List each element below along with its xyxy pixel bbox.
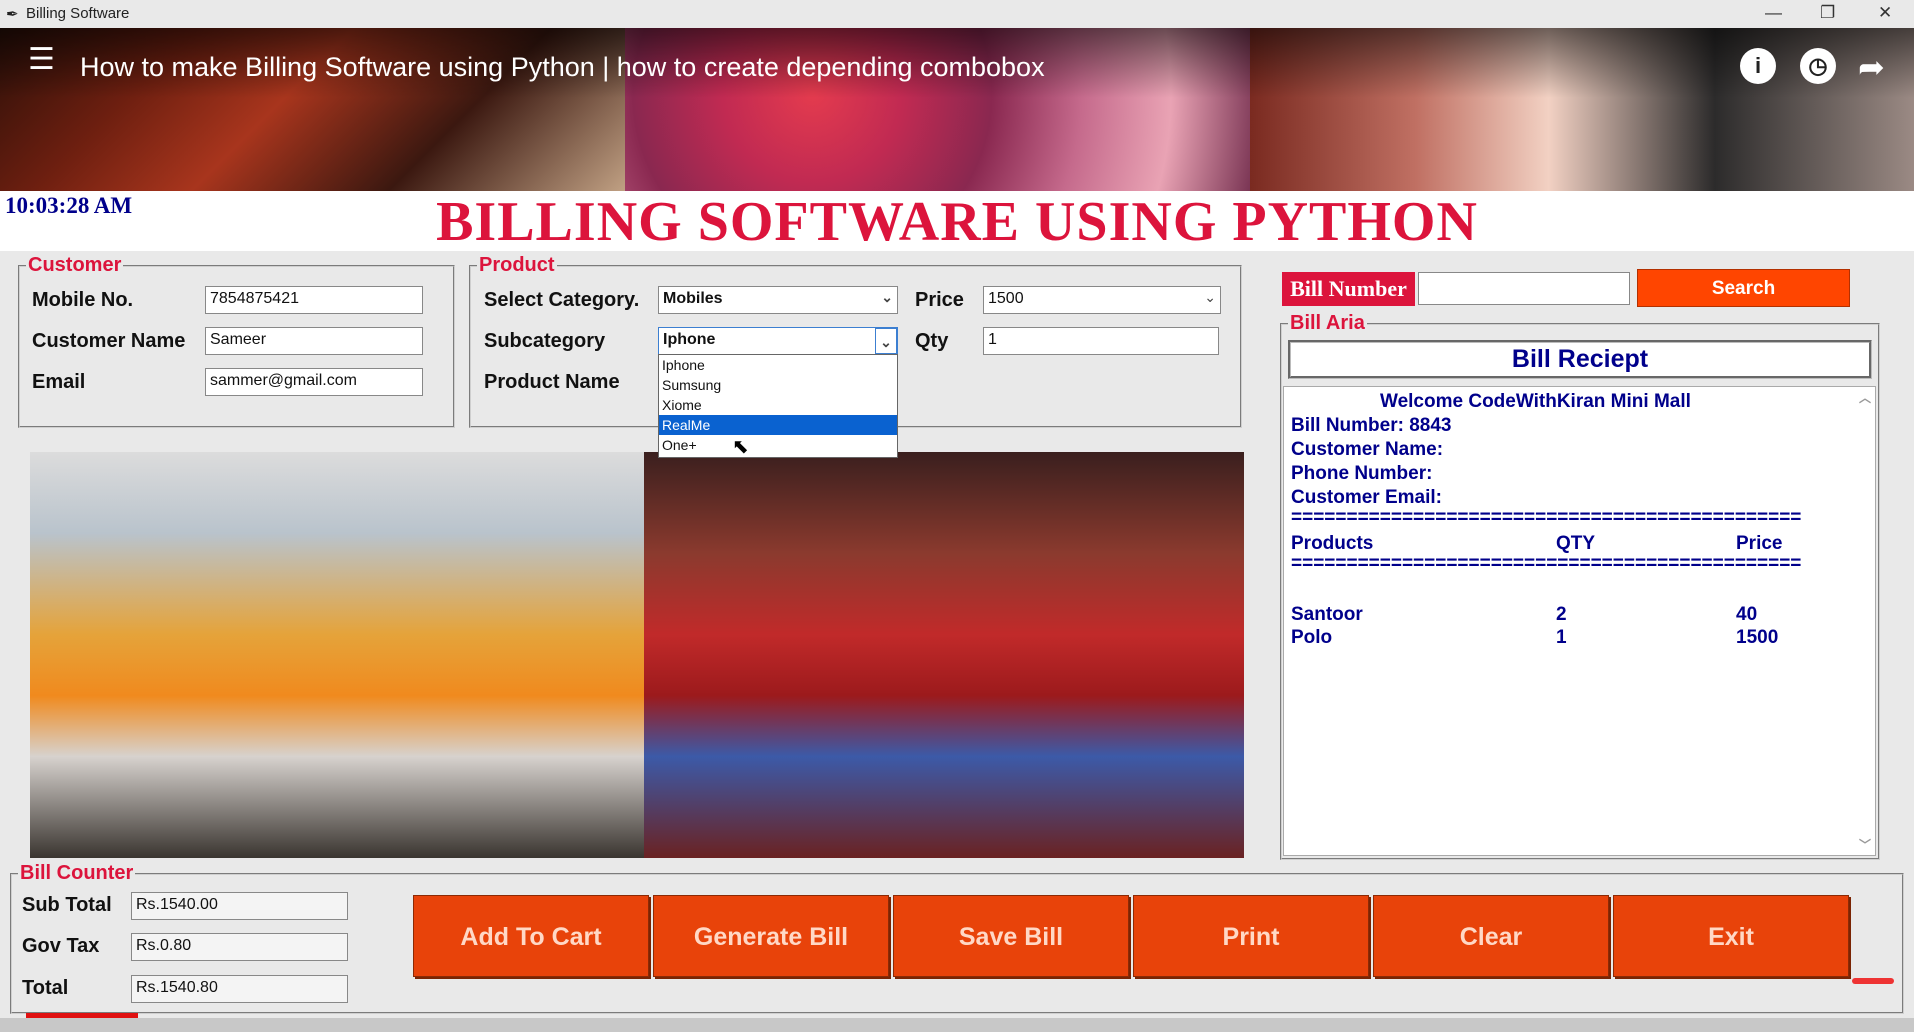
receipt-item-price: 1500 xyxy=(1736,627,1779,648)
bill-number-input[interactable] xyxy=(1418,272,1630,305)
dropdown-option-xiome[interactable]: Xiome xyxy=(659,395,897,415)
sub-total-field[interactable]: Rs.1540.00 xyxy=(131,892,348,920)
chevron-down-icon[interactable]: ⌄ xyxy=(875,328,897,354)
receipt-customer-email: Customer Email: xyxy=(1291,487,1442,508)
info-icon[interactable]: i xyxy=(1740,48,1776,84)
receipt-item-product: Polo xyxy=(1291,627,1333,648)
add-to-cart-button[interactable]: Add To Cart xyxy=(413,895,649,977)
price-label: Price xyxy=(915,289,964,311)
dropdown-option-sumsung[interactable]: Sumsung xyxy=(659,375,897,395)
shopping-cart-photo xyxy=(644,452,1244,858)
receipt-item-product: Santoor xyxy=(1291,604,1363,625)
print-button[interactable]: Print xyxy=(1133,895,1369,977)
qty-input[interactable]: 1 xyxy=(983,327,1219,355)
decorative-mark xyxy=(1852,978,1894,984)
bill-number-label: Bill Number xyxy=(1282,272,1415,306)
bill-receipt-text[interactable]: Welcome CodeWithKiran Mini Mall Bill Num… xyxy=(1283,386,1876,856)
product-legend: Product xyxy=(479,254,555,276)
playlist-menu-icon[interactable]: ☰ xyxy=(28,42,55,77)
subcategory-value: Iphone xyxy=(663,331,716,348)
customer-name-input[interactable]: Sameer xyxy=(205,327,423,355)
sub-total-label: Sub Total xyxy=(22,894,112,916)
video-progress-track[interactable] xyxy=(0,1018,1914,1032)
category-combobox[interactable]: Mobiles ⌄ xyxy=(658,286,898,314)
receipt-item-price: 40 xyxy=(1736,604,1758,625)
receipt-item-qty: 1 xyxy=(1556,627,1567,648)
qty-label: Qty xyxy=(915,330,949,352)
customer-name-label: Customer Name xyxy=(32,330,186,352)
chevron-down-icon[interactable]: ⌄ xyxy=(1204,289,1216,306)
mouse-cursor-icon: ⬉ xyxy=(732,436,749,458)
clock-display: 10:03:28 AM xyxy=(5,193,133,218)
window-titlebar: ✒ Billing Software — ❐ ✕ xyxy=(0,0,1914,28)
email-input[interactable]: sammer@gmail.com xyxy=(205,368,423,396)
total-field[interactable]: Rs.1540.80 xyxy=(131,975,348,1003)
receipt-col-price: Price xyxy=(1736,533,1783,554)
gov-tax-field[interactable]: Rs.0.80 xyxy=(131,933,348,961)
restore-icon[interactable]: ❐ xyxy=(1820,3,1835,23)
dropdown-option-iphone[interactable]: Iphone xyxy=(659,355,897,375)
receipt-phone-number: Phone Number: xyxy=(1291,463,1433,484)
receipt-separator-2: ========================================… xyxy=(1291,553,1802,574)
receipt-bill-number: Bill Number: 8843 xyxy=(1291,415,1452,436)
receipt-customer-name: Customer Name: xyxy=(1291,439,1444,460)
receipt-col-qty: QTY xyxy=(1556,533,1596,554)
subcategory-dropdown-list: Iphone Sumsung Xiome RealMe One+ xyxy=(658,354,898,458)
receipt-separator-1: ========================================… xyxy=(1291,507,1802,528)
bill-receipt-title: Bill Reciept xyxy=(1288,340,1872,379)
receipt-col-products: Products xyxy=(1291,533,1374,554)
scroll-up-icon[interactable]: ︿ xyxy=(1859,389,1871,406)
grocery-photo xyxy=(30,452,644,858)
total-label: Total xyxy=(22,977,69,999)
save-bill-button[interactable]: Save Bill xyxy=(893,895,1129,977)
product-name-label: Product Name xyxy=(484,371,620,393)
clear-button[interactable]: Clear xyxy=(1373,895,1609,977)
price-value: 1500 xyxy=(988,290,1024,307)
receipt-welcome: Welcome CodeWithKiran Mini Mall xyxy=(1380,391,1691,412)
price-combobox[interactable]: 1500 ⌄ xyxy=(983,286,1221,314)
video-progress-fill[interactable] xyxy=(26,1013,138,1018)
close-icon[interactable]: ✕ xyxy=(1878,3,1892,23)
minimize-icon[interactable]: — xyxy=(1765,3,1782,23)
scroll-down-icon[interactable]: ﹀ xyxy=(1859,836,1871,853)
gov-tax-label: Gov Tax xyxy=(22,935,100,957)
share-icon[interactable]: ➦ xyxy=(1858,48,1885,86)
customer-legend: Customer xyxy=(28,254,122,276)
window-title: Billing Software xyxy=(26,5,130,22)
mobile-label: Mobile No. xyxy=(32,289,134,311)
category-label: Select Category. xyxy=(484,289,640,311)
subcategory-combobox[interactable]: Iphone ⌄ xyxy=(658,327,898,355)
receipt-item-qty: 2 xyxy=(1556,604,1567,625)
video-title[interactable]: How to make Billing Software using Pytho… xyxy=(80,52,1045,83)
page-title: BILLING SOFTWARE USING PYTHON xyxy=(436,191,1478,253)
feather-icon: ✒ xyxy=(6,6,19,23)
dropdown-option-realme[interactable]: RealMe xyxy=(659,415,897,435)
dropdown-option-oneplus[interactable]: One+ xyxy=(659,435,897,455)
clock-icon[interactable]: ◷ xyxy=(1800,48,1836,84)
exit-button[interactable]: Exit xyxy=(1613,895,1849,977)
mobile-input[interactable]: 7854875421 xyxy=(205,286,423,314)
generate-bill-button[interactable]: Generate Bill xyxy=(653,895,889,977)
bill-area-legend: Bill Aria xyxy=(1290,312,1365,334)
email-label: Email xyxy=(32,371,86,393)
category-value: Mobiles xyxy=(663,290,723,307)
chevron-down-icon[interactable]: ⌄ xyxy=(881,289,893,306)
banner-images: ☰ How to make Billing Software using Pyt… xyxy=(0,28,1914,191)
search-button[interactable]: Search xyxy=(1637,269,1850,307)
bill-counter-legend: Bill Counter xyxy=(20,862,134,884)
subcategory-label: Subcategory xyxy=(484,330,606,352)
